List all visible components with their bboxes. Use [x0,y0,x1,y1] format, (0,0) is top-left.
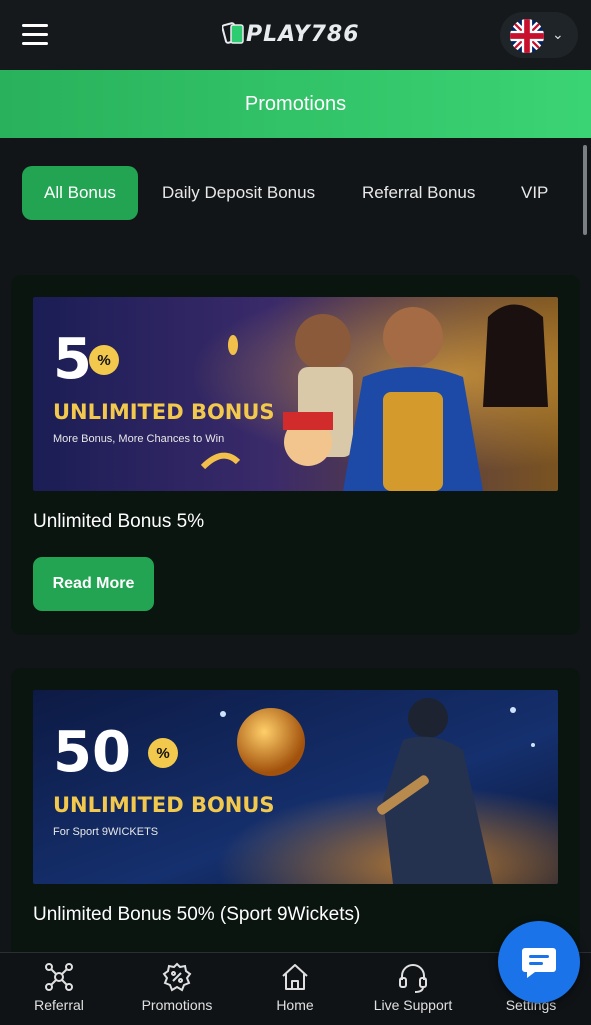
banner-percent: 5 [53,327,92,392]
chat-bubble-icon [522,948,556,978]
banner-headline: UNLIMITED BONUS [53,400,275,424]
nav-label: Referral [34,997,84,1013]
promotion-card: 5 % UNLIMITED BONUS More Bonus, More Cha… [11,275,580,635]
promotion-title: Unlimited Bonus 50% (Sport 9Wickets) [33,904,361,925]
hamburger-menu-icon[interactable] [22,24,48,46]
banner-subline: More Bonus, More Chances to Win [53,433,225,445]
tab-vip[interactable]: VIP [521,166,548,220]
promotion-banner-image[interactable]: 5 % UNLIMITED BONUS More Bonus, More Cha… [33,297,558,491]
nav-referral[interactable]: Referral [4,953,114,1025]
nav-label: Home [276,997,314,1013]
headset-icon [399,964,427,993]
banner-percent-badge: % [148,738,178,768]
promotion-title: Unlimited Bonus 5% [33,511,205,532]
promotion-card: 50 % UNLIMITED BONUS For Sport 9WICKETS … [11,668,580,968]
uk-flag-icon [510,19,544,53]
logo-text: PLAY786 [246,22,360,47]
nav-label: Live Support [373,997,453,1013]
scrollbar[interactable] [583,145,587,235]
nav-home[interactable]: Home [240,953,350,1025]
banner-headline: UNLIMITED BONUS [53,793,275,817]
chevron-down-icon: ⌄ [552,26,564,42]
banner-subline: For Sport 9WICKETS [53,826,159,838]
language-selector[interactable]: ⌄ [500,12,578,58]
top-bar: PLAY786 ⌄ [0,0,591,71]
promotions-percent-icon [162,962,192,992]
read-more-button[interactable]: Read More [33,557,154,611]
tab-referral-bonus[interactable]: Referral Bonus [362,166,475,220]
page-title: Promotions [244,92,347,115]
referral-network-icon [45,963,73,991]
home-icon [282,964,308,990]
banner-percent: 50 [53,720,131,785]
tab-all-bonus[interactable]: All Bonus [22,166,138,220]
tab-daily-deposit-bonus[interactable]: Daily Deposit Bonus [162,166,315,220]
live-chat-button[interactable] [498,921,580,1003]
nav-promotions[interactable]: Promotions [122,953,232,1025]
category-tabs: All Bonus Daily Deposit Bonus Referral B… [0,166,591,220]
logo[interactable]: PLAY786 [222,18,382,54]
nav-live-support[interactable]: Live Support [358,953,468,1025]
promotion-banner-image[interactable]: 50 % UNLIMITED BONUS For Sport 9WICKETS [33,690,558,884]
cards-logo-icon [222,22,244,44]
banner-percent-badge: % [89,345,119,375]
nav-label: Promotions [141,997,213,1013]
page-title-bar: Promotions [0,70,591,138]
